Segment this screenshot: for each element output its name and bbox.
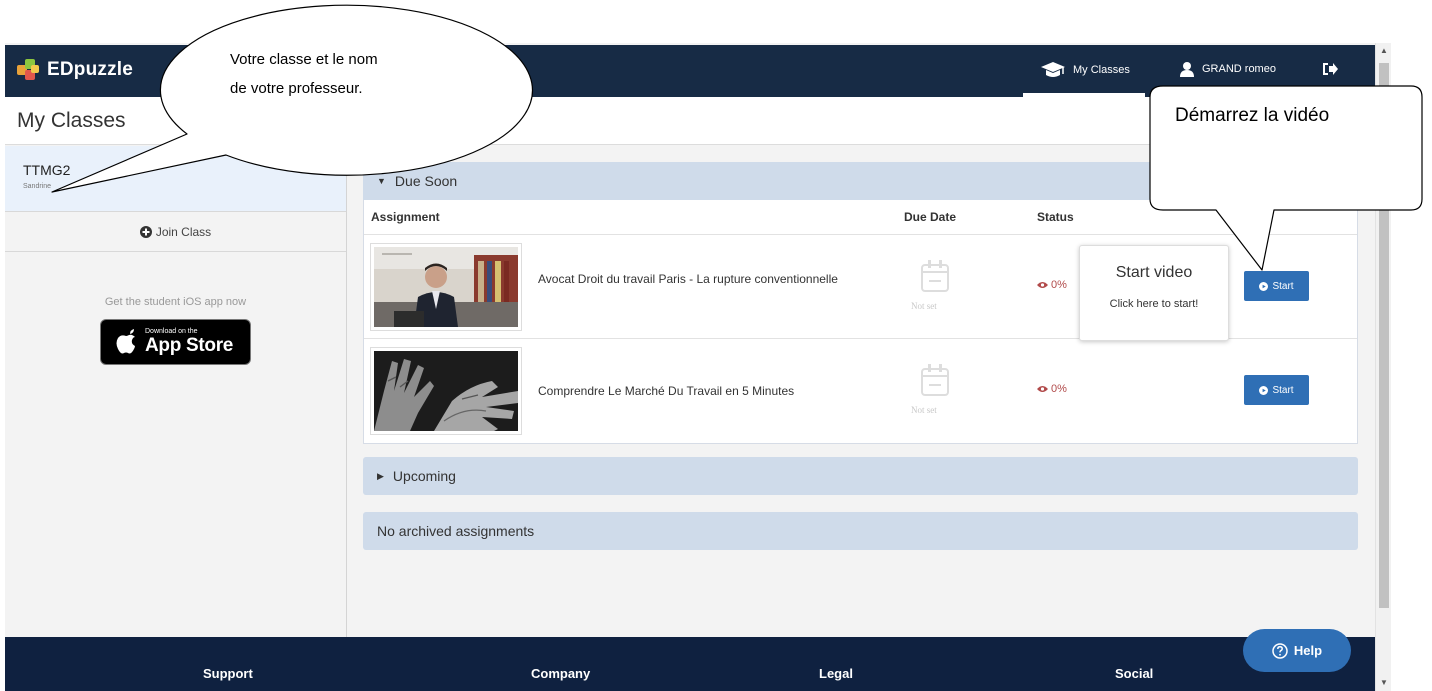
assignment-title[interactable]: Comprendre Le Marché Du Travail en 5 Min…: [538, 383, 858, 399]
caret-right-icon: ▶: [377, 470, 384, 481]
due-soon-header[interactable]: ▼ Due Soon: [363, 162, 1358, 200]
bubble-line-1: Votre classe et le nom: [230, 51, 378, 68]
app-store-badge[interactable]: Download on the App Store: [100, 319, 251, 365]
play-circle-icon: [1259, 385, 1269, 395]
top-navbar: EDpuzzle My Classes GRAND romeo: [5, 45, 1375, 97]
start-button[interactable]: Start: [1244, 375, 1309, 405]
graduation-cap-icon: [1041, 62, 1065, 77]
start-button[interactable]: Start: [1244, 271, 1309, 301]
archived-panel: No archived assignments: [363, 512, 1358, 550]
footer-support[interactable]: Support: [203, 666, 253, 681]
vertical-scrollbar[interactable]: ▲ ▼: [1375, 43, 1391, 691]
assignment-row[interactable]: Comprendre Le Marché Du Travail en 5 Min…: [364, 339, 1357, 443]
video-thumbnail[interactable]: [370, 347, 522, 435]
sidebar: TTMG2 Sandrine Join Class Get the studen…: [5, 146, 347, 638]
box-annotation-text: Démarrez la vidéo: [1175, 105, 1330, 126]
class-name: TTMG2: [23, 162, 71, 178]
help-label: Help: [1293, 643, 1323, 658]
footer-legal[interactable]: Legal: [819, 666, 853, 681]
footer-company[interactable]: Company: [531, 666, 590, 681]
plus-circle-icon: [139, 225, 152, 238]
help-button[interactable]: Help: [1243, 629, 1351, 672]
logout-icon: [1323, 63, 1338, 75]
footer: Support Company Legal Social: [5, 637, 1375, 691]
assignment-title[interactable]: Avocat Droit du travail Paris - La ruptu…: [538, 271, 858, 287]
lawyer-video-thumbnail-icon: [374, 247, 518, 327]
caret-down-icon: ▼: [377, 176, 386, 186]
due-date-value: Not set: [911, 405, 937, 415]
nav-my-classes-label: My Classes: [1073, 64, 1130, 76]
appstore-big-text: App Store: [145, 335, 234, 356]
status-percent: 0%: [1051, 383, 1067, 395]
col-status: Status: [1037, 210, 1074, 224]
page-header: My Classes: [5, 97, 1375, 145]
join-class-label: Join Class: [155, 224, 212, 239]
table-header-row: Assignment Due Date Status: [364, 200, 1357, 235]
user-icon: [1180, 62, 1194, 77]
logo[interactable]: EDpuzzle: [17, 59, 133, 81]
join-class-button[interactable]: Join Class: [5, 212, 346, 252]
nav-user-menu[interactable]: GRAND romeo: [1179, 61, 1276, 77]
puzzle-logo-icon: [17, 59, 39, 81]
nav-my-classes[interactable]: My Classes: [1040, 61, 1130, 79]
scroll-up-arrow-icon[interactable]: ▲: [1376, 43, 1392, 59]
bubble-line-2: de votre professeur.: [230, 80, 363, 97]
footer-social[interactable]: Social: [1115, 666, 1153, 681]
calendar-icon: [917, 363, 953, 402]
col-due-date: Due Date: [904, 210, 957, 224]
due-soon-title: Due Soon: [394, 173, 458, 189]
calendar-icon: [917, 259, 953, 298]
edpuzzle-app: EDpuzzle My Classes GRAND romeo My Class…: [5, 43, 1375, 691]
user-name: GRAND romeo: [1202, 63, 1276, 75]
page-title: My Classes: [17, 109, 126, 132]
ios-app-prompt: Get the student iOS app now: [104, 296, 247, 308]
start-button-label: Start: [1272, 280, 1294, 292]
eye-icon: [1037, 282, 1048, 288]
question-circle-icon: [1272, 642, 1288, 659]
play-circle-icon: [1259, 281, 1269, 291]
start-video-tooltip: Start video Click here to start!: [1079, 245, 1229, 341]
logo-text: EDpuzzle: [47, 59, 134, 80]
archived-title: No archived assignments: [377, 523, 535, 539]
due-date-value: Not set: [911, 301, 937, 311]
status-value: 0%: [1037, 383, 1067, 395]
upcoming-title: Upcoming: [392, 468, 456, 484]
hands-video-thumbnail-icon: [374, 351, 518, 431]
scrollbar-thumb[interactable]: [1379, 63, 1389, 608]
tooltip-title: Start video: [1115, 264, 1193, 281]
logout-button[interactable]: [1321, 60, 1346, 78]
video-thumbnail[interactable]: [370, 243, 522, 331]
class-card[interactable]: TTMG2 Sandrine: [5, 146, 346, 212]
apple-icon: [116, 329, 135, 354]
status-percent: 0%: [1051, 279, 1067, 291]
bubble-annotation-text: Votre classe et le nom de votre professe…: [230, 45, 490, 103]
upcoming-panel[interactable]: ▶ Upcoming: [363, 457, 1358, 495]
eye-icon: [1037, 386, 1048, 392]
start-button-label: Start: [1272, 384, 1294, 396]
scroll-down-arrow-icon[interactable]: ▼: [1376, 675, 1392, 691]
status-value: 0%: [1037, 279, 1067, 291]
tooltip-text: Click here to start!: [1109, 298, 1199, 310]
col-assignment: Assignment: [371, 210, 440, 224]
teacher-name: Sandrine: [23, 183, 52, 190]
